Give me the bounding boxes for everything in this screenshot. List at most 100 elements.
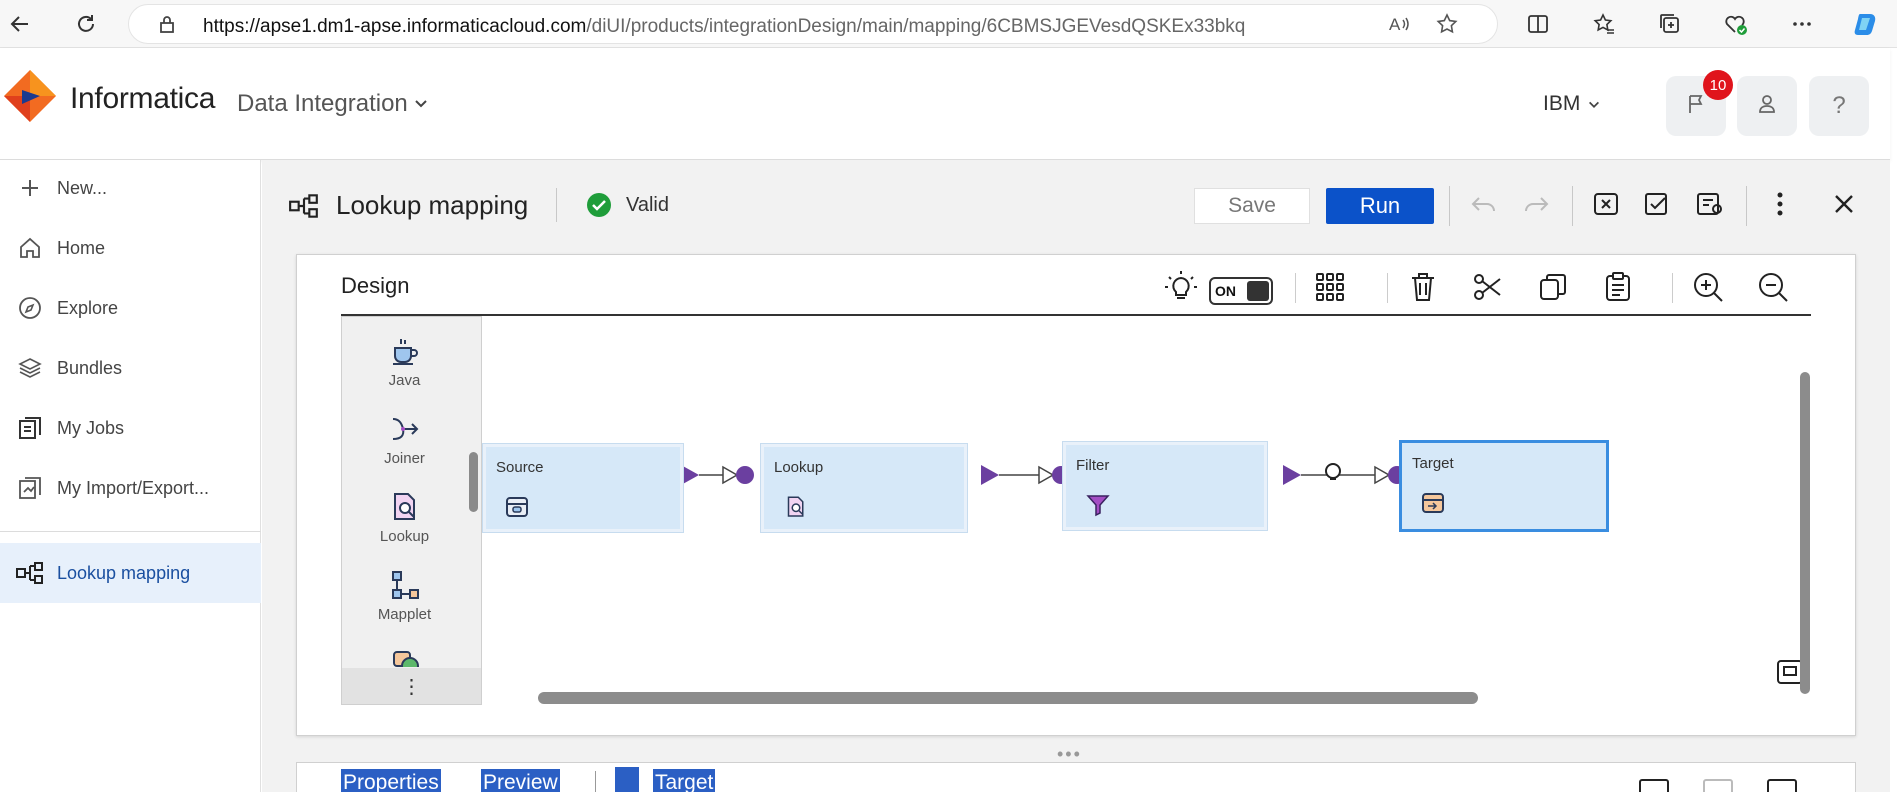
cut-button[interactable] xyxy=(1468,269,1508,309)
palette-item-mapplet[interactable]: Mapplet xyxy=(342,567,467,623)
flag-icon xyxy=(1684,92,1708,121)
nav-my-jobs[interactable]: My Jobs xyxy=(0,400,261,456)
run-button[interactable]: Run xyxy=(1326,188,1434,224)
favorite-star-icon[interactable] xyxy=(1431,8,1463,40)
palette-scrollbar[interactable] xyxy=(469,452,478,512)
delete-button[interactable] xyxy=(1403,269,1443,309)
palette-item-lookup[interactable]: Lookup xyxy=(342,489,467,545)
target-icon xyxy=(1420,489,1448,517)
browser-toolbar: https://apse1.dm1-apse.informaticacloud.… xyxy=(0,0,1897,48)
refresh-icon[interactable] xyxy=(70,8,102,40)
lock-icon[interactable] xyxy=(151,8,183,40)
nav-new[interactable]: New... xyxy=(0,160,261,216)
nav-import-export[interactable]: My Import/Export... xyxy=(0,460,261,516)
restore-panel-icon[interactable] xyxy=(1703,779,1733,792)
compass-icon xyxy=(14,292,46,324)
save-button[interactable]: Save xyxy=(1194,188,1310,224)
toolbar-divider xyxy=(1449,186,1450,226)
help-button[interactable]: ? xyxy=(1809,76,1869,136)
undo-button[interactable] xyxy=(1464,186,1504,226)
nav-lookup-mapping-label: Lookup mapping xyxy=(57,562,191,583)
back-icon[interactable] xyxy=(4,8,36,40)
product-switcher[interactable]: Data Integration xyxy=(237,82,437,122)
tab-properties[interactable]: Properties xyxy=(341,769,441,792)
canvas-vertical-scrollbar[interactable] xyxy=(1800,372,1810,694)
design-toolbar-divider xyxy=(1295,273,1296,303)
transformation-icon xyxy=(387,645,423,667)
filter-funnel-icon xyxy=(1084,491,1112,519)
tab-preview[interactable]: Preview xyxy=(481,769,560,792)
split-screen-icon[interactable] xyxy=(1522,8,1554,40)
org-switcher[interactable]: IBM xyxy=(1543,88,1623,120)
toggle-knob xyxy=(1247,281,1269,301)
node-target[interactable]: Target xyxy=(1399,440,1609,532)
clipboard-icon xyxy=(1603,271,1633,308)
parameters-icon xyxy=(1592,190,1622,223)
toolbar-divider xyxy=(1746,186,1747,226)
brand-name[interactable]: Informatica xyxy=(70,82,215,116)
help-icon: ? xyxy=(1832,92,1846,119)
transformation-palette: Java Joiner Lookup Mapplet ⋮ xyxy=(341,316,482,705)
copilot-icon[interactable] xyxy=(1850,8,1882,40)
paste-button[interactable] xyxy=(1598,269,1638,309)
close-button[interactable] xyxy=(1824,186,1864,226)
product-name: Data Integration xyxy=(237,90,408,117)
lookup-icon xyxy=(387,489,423,525)
copy-button[interactable] xyxy=(1533,269,1573,309)
svg-text:A: A xyxy=(1389,15,1401,34)
maximize-panel-icon[interactable] xyxy=(1639,779,1669,792)
input-port[interactable] xyxy=(736,466,754,484)
node-filter[interactable]: Filter xyxy=(1062,441,1268,531)
palette-item-joiner[interactable]: Joiner xyxy=(342,411,467,467)
link-lightbulb-icon[interactable] xyxy=(1325,463,1341,480)
canvas-horizontal-scrollbar[interactable] xyxy=(538,692,1478,704)
nav-home[interactable]: Home xyxy=(0,220,261,276)
tab-target[interactable]: Target xyxy=(653,769,716,792)
read-aloud-icon[interactable]: A xyxy=(1383,8,1415,40)
address-bar[interactable]: https://apse1.dm1-apse.informaticacloud.… xyxy=(128,4,1498,44)
collections-icon[interactable] xyxy=(1654,8,1686,40)
nav-new-label: New... xyxy=(57,177,108,198)
node-lookup[interactable]: Lookup xyxy=(760,443,968,533)
toggle-label: ON xyxy=(1215,283,1236,299)
user-profile-button[interactable] xyxy=(1737,76,1797,136)
palette-more-button[interactable]: ⋮ xyxy=(342,668,481,704)
zoom-out-icon xyxy=(1757,271,1789,308)
nav-home-label: Home xyxy=(57,237,106,258)
grid-icon xyxy=(1314,271,1346,308)
favorites-icon[interactable] xyxy=(1588,8,1620,40)
mapping-canvas[interactable]: Source Lookup Filter Target xyxy=(482,316,1811,705)
redo-button[interactable] xyxy=(1516,186,1556,226)
more-icon[interactable] xyxy=(1786,8,1818,40)
palette-item-java[interactable]: Java xyxy=(342,333,467,389)
output-arrow xyxy=(681,465,699,485)
nav-bundles[interactable]: Bundles xyxy=(0,340,261,396)
mapplet-icon xyxy=(387,567,423,603)
nav-explore[interactable]: Explore xyxy=(0,280,261,336)
informatica-logo-icon[interactable] xyxy=(2,68,58,124)
validation-status: Valid xyxy=(626,194,669,216)
joiner-icon xyxy=(387,411,423,447)
chevron-down-icon xyxy=(413,96,429,117)
palette-item-partial[interactable] xyxy=(342,645,467,667)
parameters-button[interactable] xyxy=(1587,186,1627,226)
zoom-out-button[interactable] xyxy=(1753,269,1793,309)
design-title: Design xyxy=(341,273,410,298)
arrange-all-button[interactable] xyxy=(1310,269,1350,309)
palette-label: Joiner xyxy=(384,450,425,467)
app-header: Informatica Data Integration IBM 10 ? xyxy=(0,48,1890,160)
valid-check-icon xyxy=(586,192,612,223)
validate-button[interactable] xyxy=(1638,186,1678,226)
user-icon xyxy=(1755,92,1779,121)
toolbar-divider xyxy=(556,188,557,222)
mapping-settings-button[interactable] xyxy=(1690,186,1730,226)
recommendations-toggle[interactable]: ON xyxy=(1209,277,1273,305)
recommendations-button[interactable] xyxy=(1161,269,1201,309)
zoom-in-button[interactable] xyxy=(1688,269,1728,309)
browser-health-icon[interactable] xyxy=(1720,8,1752,40)
nav-lookup-mapping[interactable]: Lookup mapping xyxy=(0,543,261,603)
node-source[interactable]: Source xyxy=(482,443,684,533)
minimize-panel-icon[interactable] xyxy=(1767,779,1797,792)
input-arrow xyxy=(722,465,739,485)
more-actions-button[interactable] xyxy=(1760,186,1800,226)
